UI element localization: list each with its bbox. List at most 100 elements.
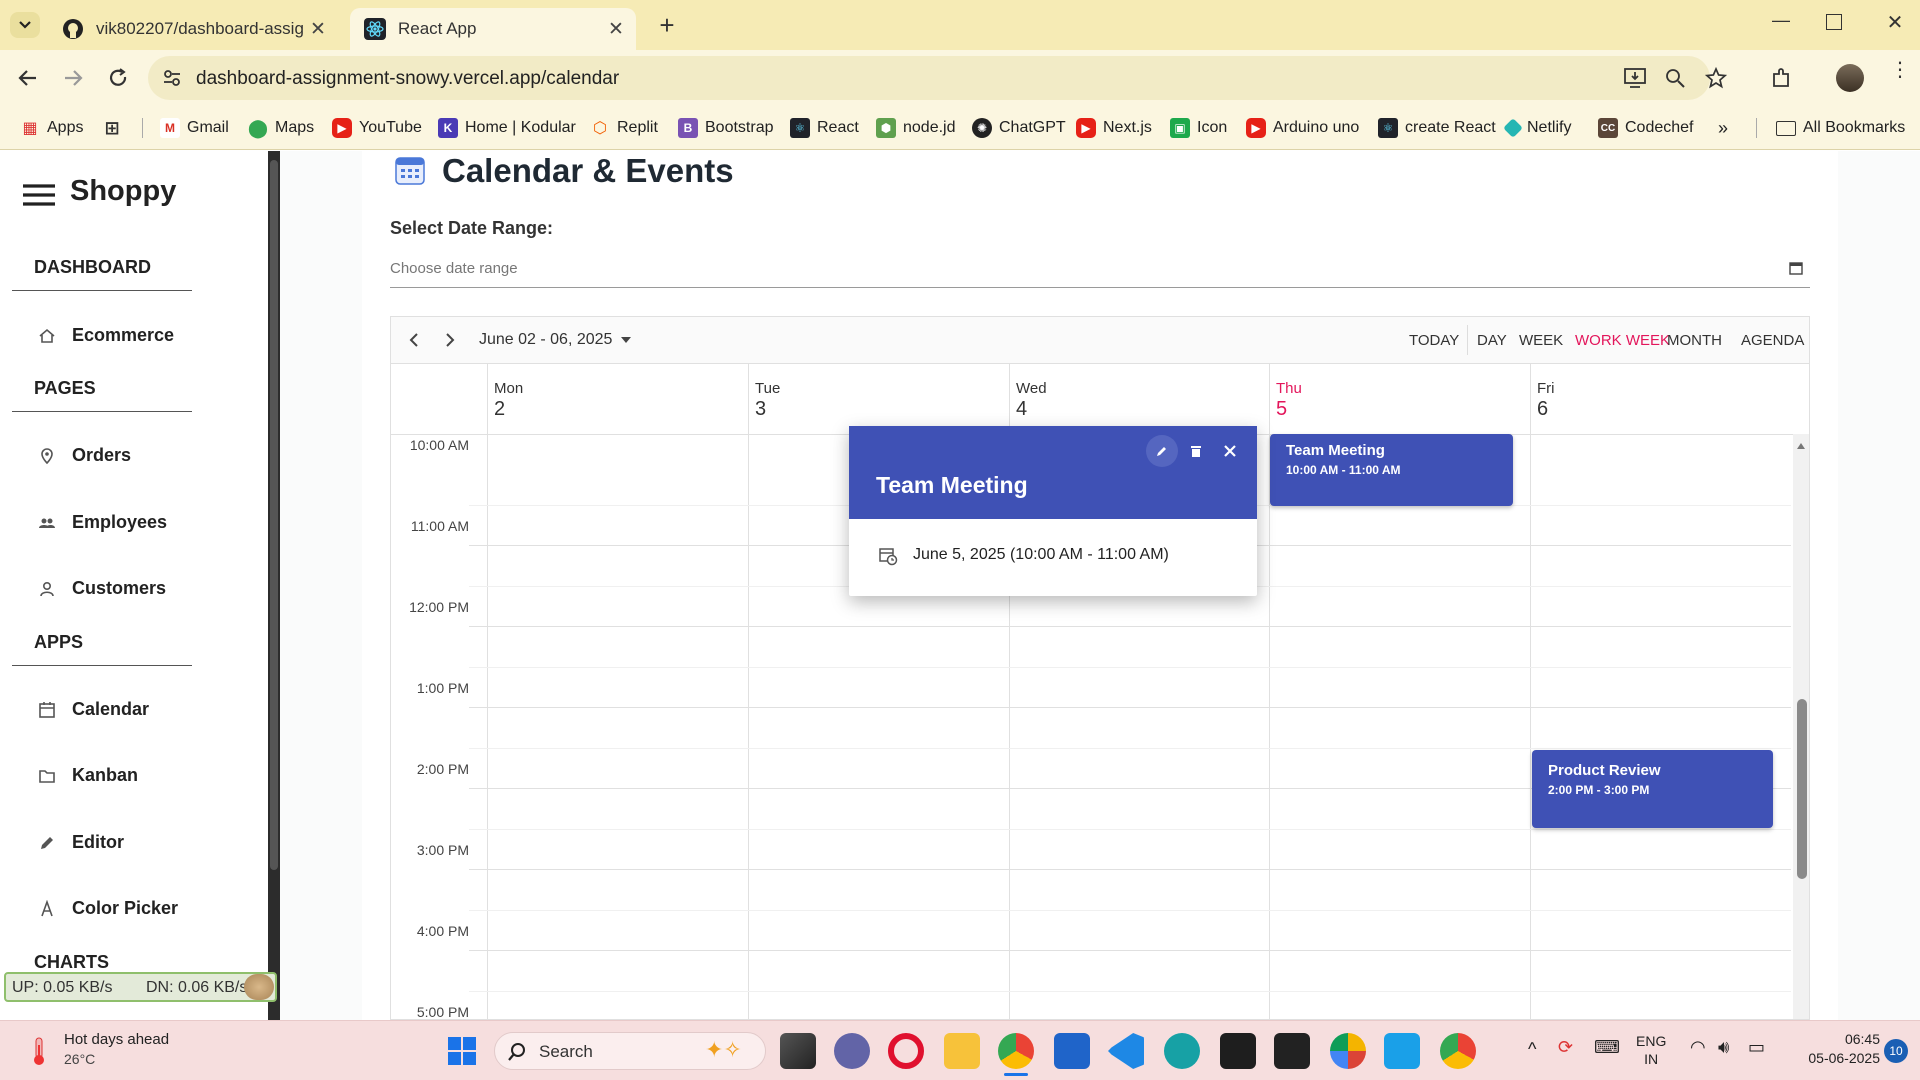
day-header-wed[interactable]: Wed 4 bbox=[1009, 364, 1269, 434]
volume-icon[interactable]: 🔊︎ bbox=[1718, 1037, 1729, 1058]
taskbar-search[interactable]: Search ✦✧ bbox=[494, 1032, 766, 1070]
view-month-button[interactable]: MONTH bbox=[1667, 332, 1722, 349]
date-range-selector[interactable]: June 02 - 06, 2025 bbox=[479, 331, 632, 349]
bookmark-nodejs[interactable]: ⬢ node.jd bbox=[876, 115, 956, 141]
app-blue-icon[interactable] bbox=[1384, 1033, 1420, 1069]
battery-icon[interactable]: ▭ bbox=[1748, 1037, 1765, 1058]
delete-event-button[interactable] bbox=[1180, 435, 1212, 467]
tab-react-app[interactable]: React App ✕ bbox=[350, 8, 636, 50]
chevron-right-icon[interactable] bbox=[441, 331, 459, 349]
restore-button[interactable] bbox=[1826, 14, 1842, 30]
sidebar-item-kanban[interactable]: Kanban bbox=[38, 765, 138, 786]
opera-icon[interactable] bbox=[888, 1033, 924, 1069]
scroll-up-icon[interactable] bbox=[1796, 442, 1806, 450]
tab-search-button[interactable] bbox=[10, 12, 40, 38]
chevron-left-icon[interactable] bbox=[405, 331, 423, 349]
sidebar-item-employees[interactable]: Employees bbox=[38, 512, 167, 533]
close-window-button[interactable]: ✕ bbox=[1880, 10, 1910, 40]
bookmark-codechef[interactable]: CC Codechef bbox=[1598, 115, 1694, 141]
event-team-meeting[interactable]: Team Meeting 10:00 AM - 11:00 AM bbox=[1270, 434, 1513, 506]
bookmark-nextjs[interactable]: ▶ Next.js bbox=[1076, 115, 1152, 141]
url-text[interactable]: dashboard-assignment-snowy.vercel.app/ca… bbox=[196, 68, 619, 90]
close-tab-icon[interactable]: ✕ bbox=[304, 18, 332, 41]
view-agenda-button[interactable]: AGENDA bbox=[1741, 332, 1804, 349]
bookmark-netlify[interactable]: Netlify bbox=[1503, 115, 1571, 141]
profile-avatar[interactable] bbox=[1836, 64, 1864, 92]
wifi-icon[interactable]: ◠ bbox=[1690, 1037, 1706, 1058]
menu-kebab-icon[interactable]: ⋮ bbox=[1890, 60, 1910, 90]
bookmark-chatgpt[interactable]: ✺ ChatGPT bbox=[972, 115, 1066, 141]
bookmark-replit[interactable]: ⬡ Replit bbox=[590, 115, 658, 141]
pinwheel-icon[interactable] bbox=[1330, 1033, 1366, 1069]
sync-icon[interactable]: ⟳ bbox=[1558, 1037, 1573, 1058]
sidebar-item-customers[interactable]: Customers bbox=[38, 578, 166, 599]
reload-icon[interactable] bbox=[104, 64, 132, 92]
file-explorer-icon[interactable] bbox=[944, 1033, 980, 1069]
sidebar-item-calendar[interactable]: Calendar bbox=[38, 699, 149, 720]
task-view-icon[interactable] bbox=[780, 1033, 816, 1069]
calendar-picker-icon[interactable] bbox=[1788, 260, 1804, 276]
edit-event-button[interactable] bbox=[1146, 435, 1178, 467]
date-range-input[interactable]: Choose date range bbox=[390, 260, 1810, 288]
bookmark-icon[interactable]: ▣ Icon bbox=[1170, 115, 1227, 141]
sidebar-item-orders[interactable]: Orders bbox=[38, 445, 131, 466]
bookmark-bootstrap[interactable]: B Bootstrap bbox=[678, 115, 773, 141]
scheduler-scrollbar-thumb[interactable] bbox=[1797, 699, 1807, 879]
sidebar-scrollbar-thumb[interactable] bbox=[270, 160, 278, 870]
bookmark-apps[interactable]: ▦ Apps bbox=[20, 115, 83, 141]
windows-start-icon[interactable] bbox=[444, 1033, 480, 1069]
site-info-icon[interactable] bbox=[162, 68, 182, 88]
bookmark-arduino[interactable]: ▶ Arduino uno bbox=[1246, 115, 1359, 141]
day-header-tue[interactable]: Tue 3 bbox=[748, 364, 1009, 434]
sidebar-item-color-picker[interactable]: Color Picker bbox=[38, 898, 178, 919]
show-hidden-icons[interactable]: ^ bbox=[1528, 1039, 1536, 1060]
chrome-icon[interactable] bbox=[998, 1033, 1034, 1069]
day-header-fri[interactable]: Fri 6 bbox=[1530, 364, 1793, 434]
event-product-review[interactable]: Product Review 2:00 PM - 3:00 PM bbox=[1532, 750, 1773, 828]
bookmark-grid[interactable]: ⊞ bbox=[102, 115, 129, 141]
day-header-thu[interactable]: Thu 5 bbox=[1269, 364, 1530, 434]
chrome-profile-icon[interactable] bbox=[1440, 1033, 1476, 1069]
language-indicator[interactable]: ENG IN bbox=[1636, 1033, 1666, 1067]
scheduler-scrollbar[interactable] bbox=[1793, 434, 1809, 1019]
install-app-icon[interactable] bbox=[1624, 68, 1646, 88]
more-bookmarks-icon[interactable]: » bbox=[1718, 115, 1728, 141]
close-tab-icon[interactable]: ✕ bbox=[602, 18, 630, 41]
address-bar[interactable]: dashboard-assignment-snowy.vercel.app/ca… bbox=[148, 56, 1727, 100]
bookmark-kodular[interactable]: K Home | Kodular bbox=[438, 115, 576, 141]
bookmark-gmail[interactable]: M Gmail bbox=[160, 115, 229, 141]
view-work-week-button[interactable]: WORK WEEK bbox=[1575, 332, 1670, 349]
close-popup-button[interactable] bbox=[1214, 435, 1246, 467]
sidebar-item-ecommerce[interactable]: Ecommerce bbox=[38, 325, 174, 346]
app-logo[interactable]: Shoppy bbox=[70, 175, 176, 208]
microsoft-store-icon[interactable] bbox=[1054, 1033, 1090, 1069]
keyboard-icon[interactable]: ⌨ bbox=[1594, 1037, 1620, 1058]
bookmark-react[interactable]: ⚛ React bbox=[790, 115, 859, 141]
hamburger-menu-icon[interactable] bbox=[22, 183, 56, 207]
view-week-button[interactable]: WEEK bbox=[1519, 332, 1563, 349]
figma-icon[interactable] bbox=[1220, 1033, 1256, 1069]
new-tab-button[interactable]: + bbox=[652, 10, 682, 40]
bookmark-youtube[interactable]: ▶ YouTube bbox=[332, 115, 422, 141]
today-button[interactable]: TODAY bbox=[1409, 332, 1459, 349]
extensions-icon[interactable] bbox=[1768, 64, 1796, 92]
notification-badge[interactable]: 10 bbox=[1884, 1039, 1908, 1063]
back-icon[interactable] bbox=[14, 64, 42, 92]
app-icon[interactable] bbox=[1274, 1033, 1310, 1069]
arduino-icon[interactable] bbox=[1164, 1033, 1200, 1069]
bookmark-star-icon[interactable] bbox=[1705, 67, 1727, 89]
minimize-button[interactable]: — bbox=[1766, 10, 1796, 40]
clock[interactable]: 06:45 05-06-2025 bbox=[1800, 1031, 1880, 1066]
sidebar-item-editor[interactable]: Editor bbox=[38, 832, 124, 853]
day-header-mon[interactable]: Mon 2 bbox=[487, 364, 748, 434]
teams-icon[interactable] bbox=[834, 1033, 870, 1069]
weather-widget[interactable]: Hot days ahead 26°C bbox=[64, 1031, 169, 1067]
tab-github[interactable]: vik802207/dashboard-assignme ✕ bbox=[48, 8, 338, 50]
view-day-button[interactable]: DAY bbox=[1477, 332, 1507, 349]
vscode-icon[interactable] bbox=[1108, 1033, 1144, 1069]
bookmark-create-react[interactable]: ⚛ create React bbox=[1378, 115, 1496, 141]
forward-icon[interactable] bbox=[59, 64, 87, 92]
bookmark-maps[interactable]: ⬤ Maps bbox=[248, 115, 314, 141]
zoom-icon[interactable] bbox=[1665, 68, 1685, 88]
all-bookmarks[interactable]: All Bookmarks bbox=[1776, 115, 1905, 141]
